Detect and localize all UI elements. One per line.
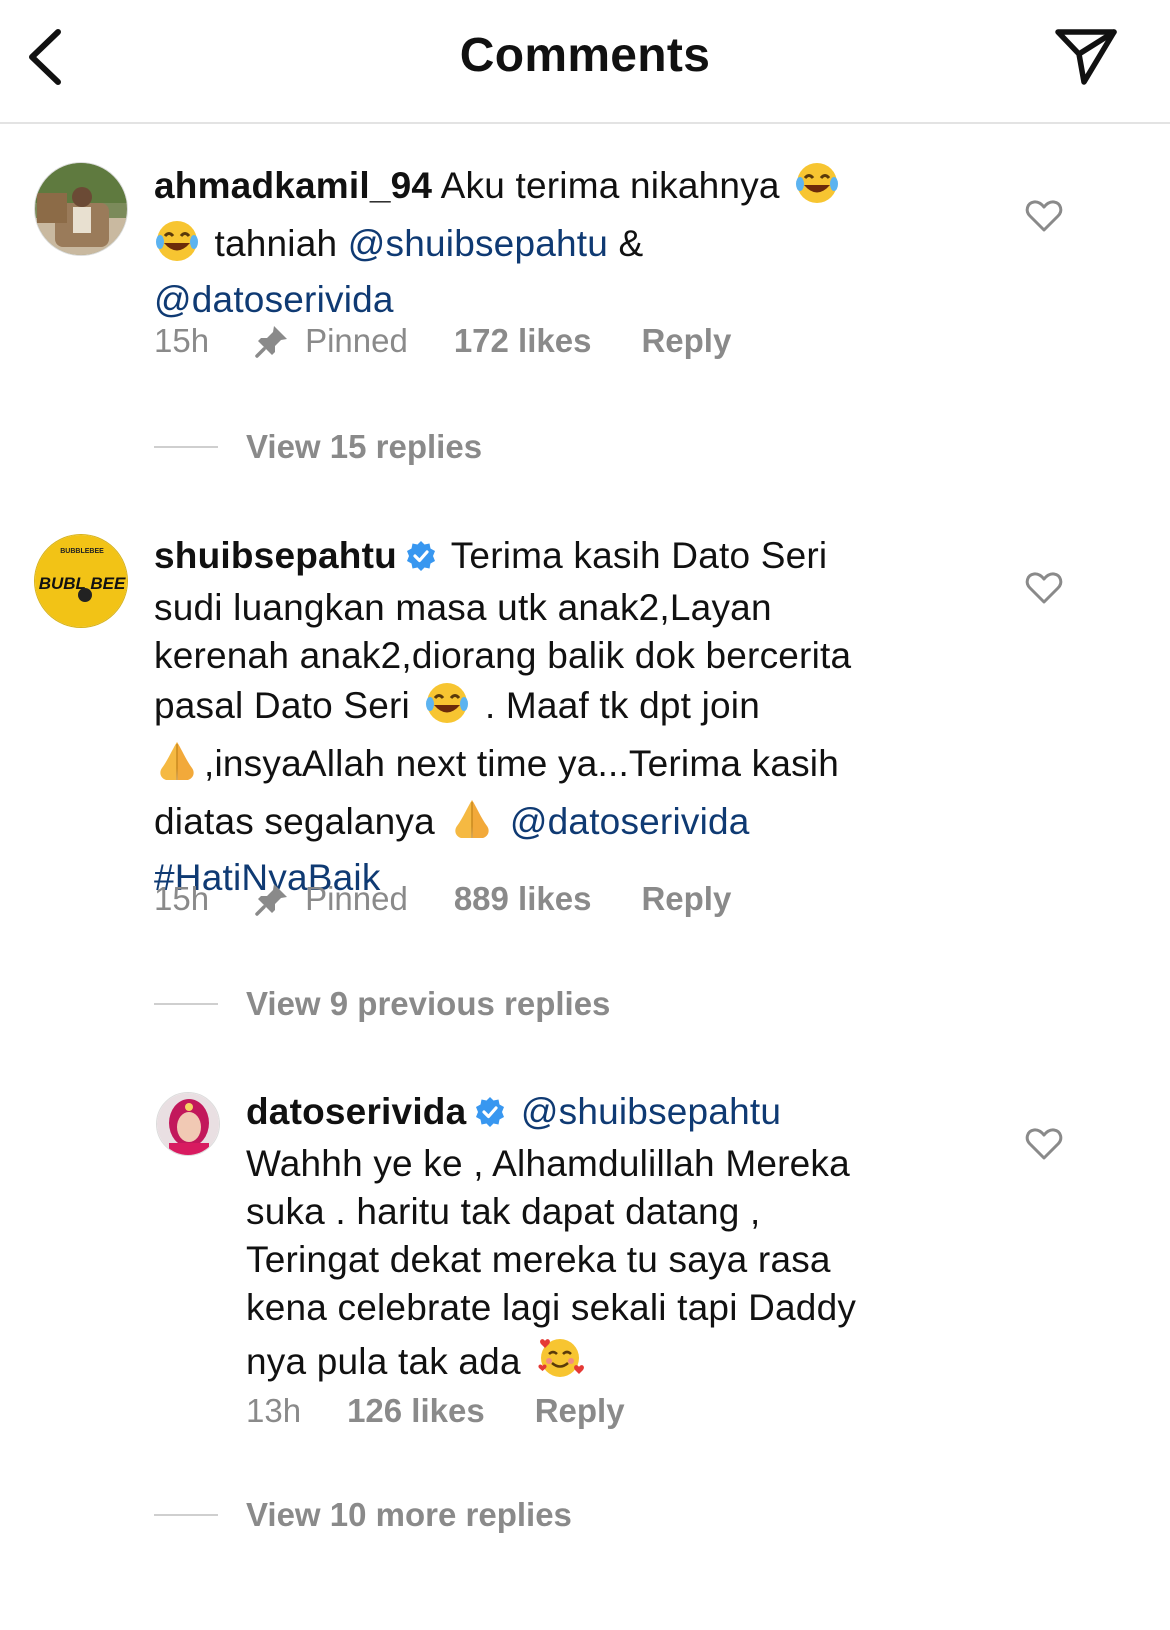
comment-text: diatas segalanya: [154, 801, 435, 842]
like-button[interactable]: [1024, 568, 1064, 608]
comment-meta: 15h Pinned 172 likes Reply: [154, 322, 731, 360]
mention-link[interactable]: @shuibsepahtu: [348, 223, 608, 264]
page-title: Comments: [459, 29, 711, 82]
comment-text: suka . haritu tak dapat datang ,: [246, 1191, 761, 1232]
avatar[interactable]: [156, 1092, 220, 1156]
replies-divider: [154, 1003, 218, 1005]
comment-body: datoserivida @shuibsepahtu Wahhh ye ke ,…: [246, 1088, 986, 1394]
view-replies-label: View 9 previous replies: [246, 985, 611, 1022]
view-replies-button[interactable]: View 9 previous replies: [154, 985, 610, 1023]
comment-text: tahniah: [214, 223, 338, 264]
avatar[interactable]: [34, 162, 128, 256]
comment-text: ,insyaAllah next time ya...Terima kasih: [204, 743, 839, 784]
avatar[interactable]: BUBBLEBEE BUBL BEE: [34, 534, 128, 628]
comment-text: Wahhh ye ke , Alhamdulillah Mereka: [246, 1143, 850, 1184]
comment-text: sudi luangkan masa utk anak2,Layan: [154, 587, 772, 628]
comment-username[interactable]: datoserivida: [246, 1091, 466, 1132]
comment-text: pasal Dato Seri: [154, 685, 410, 726]
comment-text: . Maaf tk dpt join: [484, 685, 761, 726]
folded-hands-emoji-icon: [154, 738, 200, 796]
comment-text: nya pula tak ada: [246, 1341, 521, 1382]
comment-body: shuibsepahtu Terima kasih Dato Seri sudi…: [154, 532, 974, 902]
timestamp: 15h: [154, 880, 210, 917]
verified-badge-icon: [405, 536, 437, 584]
replies-divider: [154, 446, 218, 448]
reply-button[interactable]: Reply: [641, 880, 731, 918]
smiling-face-with-hearts-emoji-icon: [535, 1332, 585, 1394]
pinned-text: Pinned: [305, 322, 408, 359]
comment-meta: 15h Pinned 889 likes Reply: [154, 880, 731, 918]
pinned-text: Pinned: [305, 880, 408, 917]
timestamp: 15h: [154, 322, 210, 359]
reply-button[interactable]: Reply: [535, 1392, 625, 1430]
heart-icon: [1025, 200, 1063, 232]
pinned-label: Pinned: [255, 322, 408, 360]
mention-link[interactable]: @datoserivida: [154, 279, 394, 320]
timestamp: 13h: [246, 1392, 302, 1429]
laughing-emoji-icon: [424, 680, 470, 738]
comment-body: ahmadkamil_94 Aku terima nikahnya tahnia…: [154, 160, 974, 324]
avatar-photo: [35, 163, 127, 255]
like-button[interactable]: [1024, 196, 1064, 236]
comment-text: Teringat dekat mereka tu saya rasa: [246, 1239, 831, 1280]
pinned-label: Pinned: [255, 880, 408, 918]
replies-divider: [154, 1514, 218, 1516]
folded-hands-emoji-icon: [449, 796, 495, 854]
comment-text: kena celebrate lagi sekali tapi Daddy: [246, 1287, 857, 1328]
likes-count[interactable]: 889 likes: [454, 880, 592, 918]
reply-button[interactable]: Reply: [641, 322, 731, 360]
likes-count[interactable]: 172 likes: [454, 322, 592, 360]
paper-plane-icon: [1055, 29, 1117, 85]
comment-text: kerenah anak2,diorang balik dok bercerit…: [154, 635, 852, 676]
comment-text: Aku terima nikahnya: [440, 165, 780, 206]
comment-text: &: [618, 223, 644, 264]
avatar-photo: [157, 1093, 219, 1155]
likes-count[interactable]: 126 likes: [347, 1392, 485, 1430]
view-replies-label: View 10 more replies: [246, 1496, 572, 1533]
avatar-logo-top-text: BUBBLEBEE: [60, 548, 104, 555]
comment-text: Terima kasih Dato Seri: [450, 535, 828, 576]
verified-badge-icon: [474, 1092, 506, 1140]
view-replies-button[interactable]: View 10 more replies: [154, 1496, 572, 1534]
comment-username[interactable]: shuibsepahtu: [154, 535, 397, 576]
heart-icon: [1025, 1128, 1063, 1160]
header-bar: Comments: [0, 0, 1170, 124]
pin-icon: [255, 326, 288, 358]
view-replies-label: View 15 replies: [246, 428, 483, 465]
heart-icon: [1025, 572, 1063, 604]
laughing-emoji-icon: [154, 218, 200, 276]
comment-meta: 13h 126 likes Reply: [246, 1392, 625, 1430]
pin-icon: [255, 884, 288, 916]
share-button[interactable]: [1050, 22, 1122, 94]
comment-username[interactable]: ahmadkamil_94: [154, 165, 432, 206]
view-replies-button[interactable]: View 15 replies: [154, 428, 482, 466]
mention-link[interactable]: @shuibsepahtu: [521, 1091, 781, 1132]
mention-link[interactable]: @datoserivida: [510, 801, 750, 842]
like-button[interactable]: [1024, 1124, 1064, 1164]
avatar-logo: BUBBLEBEE BUBL BEE: [35, 535, 127, 627]
laughing-emoji-icon: [794, 160, 840, 218]
